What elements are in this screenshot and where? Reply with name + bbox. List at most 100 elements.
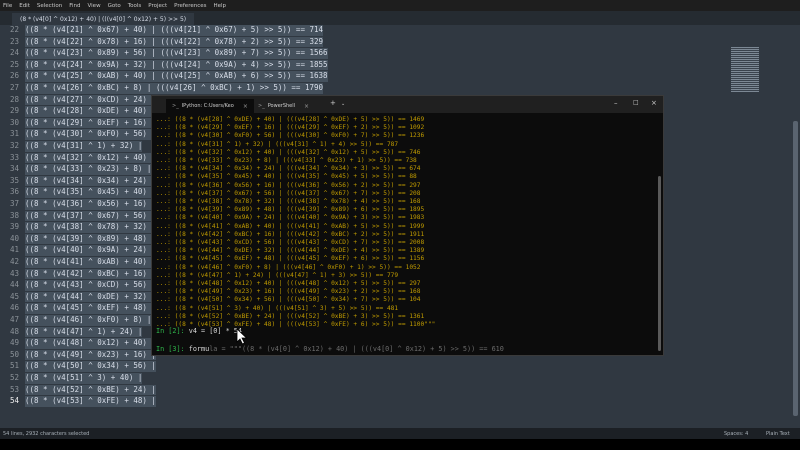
line-number: 31 (9, 129, 19, 139)
tab-powershell-label: PowerShell (267, 103, 296, 109)
line-number: 32 (9, 141, 19, 150)
chevron-down-icon[interactable]: ⌄ (341, 101, 345, 107)
terminal-input-line[interactable]: In [3]: formula = """((8 * (v4[0] ^ 0x12… (156, 345, 504, 353)
terminal-input-line[interactable]: In [2]: v4 = [0] * 54 (156, 327, 242, 335)
line-number: 52 (9, 373, 19, 382)
code-line-text: ((8 * (v4[28] ^ 0xDE) + 40) | (25, 106, 156, 117)
editor-tab[interactable]: (8 * (v4[0] ^ 0x12) + 40) | (((v4[0] ^ 0… (12, 13, 195, 25)
menu-bar: File Edit Selection Find View Goto Tools Projec… (0, 0, 800, 11)
code-line-text: ((8 * (v4[27] ^ 0xCD) + 24) | (25, 94, 156, 106)
terminal-output-line: ...: ((8 * (v4[42] ^ 0xBC) + 16) | (((v4… (156, 230, 425, 238)
tab-ipython[interactable]: >_ IPython: C:Users/Keo × (166, 99, 254, 113)
terminal-output-line: ...: ((8 * (v4[46] ^ 0xF0) + 8) | (((v4[… (156, 263, 421, 271)
code-line-text: ((8 * (v4[36] ^ 0x56) + 16) | (25, 199, 156, 210)
menu-item-project[interactable]: Project (148, 3, 167, 9)
code-line[interactable]: 23 ((8 * (v4[22] ^ 0x78) + 16) | (((v4[22… (0, 36, 800, 48)
terminal-output-line: ...: ((8 * (v4[51] ^ 3) + 40) | (((v4[51… (156, 304, 399, 312)
code-line-text: ((8 * (v4[42] ^ 0xBC) + 16) | (25, 268, 156, 280)
terminal-output-line: ...: ((8 * (v4[41] ^ 0xAB) + 40) | (((v4… (156, 222, 425, 230)
menu-item-edit[interactable]: Edit (19, 3, 30, 9)
line-number: 23 (9, 36, 19, 46)
editor-scrollbar[interactable] (793, 121, 798, 416)
code-line-text: ((8 * (v4[23] ^ 0x89) + 56) | (((v4[23] … (25, 48, 328, 59)
code-line[interactable]: 51 ((8 * (v4[50] ^ 0x34) + 56) | (0, 361, 800, 372)
code-line-text: ((8 * (v4[21] ^ 0x67) + 40) | (((v4[21] … (25, 25, 324, 36)
menu-item-tools[interactable]: Tools (128, 3, 142, 9)
terminal-icon: >_ (258, 103, 265, 109)
maximize-icon[interactable]: □ (633, 99, 639, 106)
menu-item-goto[interactable]: Goto (108, 3, 121, 9)
close-window-icon[interactable]: × (651, 99, 657, 107)
line-number: 27 (9, 83, 19, 92)
input-code[interactable]: formu (189, 345, 209, 353)
line-number: 53 (9, 384, 19, 394)
code-line[interactable]: 53 ((8 * (v4[52] ^ 0xBE) + 24) | (0, 384, 800, 396)
terminal-scrollbar[interactable] (658, 176, 661, 351)
line-number: 46 (9, 303, 19, 313)
code-line-text: ((8 * (v4[49] ^ 0x23) + 16) | (25, 349, 156, 361)
terminal-output-line: ...: ((8 * (v4[45] ^ 0xEF) + 48) | (((v4… (156, 255, 425, 263)
line-number: 34 (9, 164, 19, 174)
menu-item-selection[interactable]: Selection (37, 3, 62, 9)
menu-item-help[interactable]: Help (213, 3, 226, 9)
line-number: 22 (9, 25, 19, 34)
code-line-text: ((8 * (v4[43] ^ 0xCD) + 56) | (25, 280, 156, 291)
code-line[interactable]: 25 ((8 * (v4[24] ^ 0x9A) + 32) | (((v4[24… (0, 59, 800, 71)
terminal-body[interactable]: ...: ((8 * (v4[28] ^ 0xDE) + 40) | (((v4… (152, 113, 663, 355)
code-line-text: ((8 * (v4[45] ^ 0xEF) + 48) | (25, 303, 156, 314)
code-line-text: ((8 * (v4[44] ^ 0xDE) + 32) | (25, 291, 156, 303)
code-line-text: ((8 * (v4[47] ^ 1) + 24) | (25, 326, 143, 338)
tab-powershell[interactable]: >_ PowerShell × (252, 99, 315, 113)
input-code[interactable]: v4 = [0] * 54 (189, 327, 242, 335)
code-line-text: ((8 * (v4[37] ^ 0x67) + 56) | (25, 210, 156, 222)
terminal-output-line: ...: ((8 * (v4[30] ^ 0xF0) + 56) | (((v4… (156, 132, 425, 140)
code-line[interactable]: 24 ((8 * (v4[23] ^ 0x89) + 56) | (((v4[23… (0, 48, 800, 59)
terminal-output-line: ...: ((8 * (v4[32] ^ 0x12) + 40) | (((v4… (156, 148, 421, 156)
terminal-output-line: ...: ((8 * (v4[48] ^ 0x12) + 40) | (((v4… (156, 280, 421, 287)
minimize-icon[interactable]: – (614, 99, 618, 107)
terminal-output-line: ...: ((8 * (v4[29] ^ 0xEF) + 16) | (((v4… (156, 124, 425, 132)
menu-item-file[interactable]: File (3, 3, 12, 9)
close-icon[interactable]: × (304, 103, 309, 110)
menu-item-view[interactable]: View (88, 3, 101, 9)
syntax-status[interactable]: Plain Text (766, 431, 790, 437)
line-number: 36 (9, 187, 19, 197)
line-number: 25 (9, 59, 19, 69)
terminal-output-line: ...: ((8 * (v4[50] ^ 0x34) + 56) | (((v4… (156, 296, 421, 304)
code-line-text: ((8 * (v4[33] ^ 0x23) + 8) | (25, 164, 152, 175)
code-line-text: ((8 * (v4[40] ^ 0x9A) + 24) | (25, 245, 156, 256)
code-line[interactable]: 26 ((8 * (v4[25] ^ 0xAB) + 40) | (((v4[25… (0, 71, 800, 82)
terminal-output-line: ...: ((8 * (v4[38] ^ 0x78) + 32) | (((v4… (156, 198, 421, 205)
minimap[interactable] (731, 47, 759, 92)
close-icon[interactable]: × (243, 103, 248, 110)
code-line-text: ((8 * (v4[29] ^ 0xEF) + 16) | (25, 117, 156, 129)
code-line-text: ((8 * (v4[38] ^ 0x78) + 32) | (25, 222, 156, 233)
code-line-text: ((8 * (v4[31] ^ 1) + 32) | (25, 141, 143, 152)
menu-item-preferences[interactable]: Preferences (174, 3, 206, 9)
terminal-output-line: ...: ((8 * (v4[43] ^ 0xCD) + 56) | (((v4… (156, 239, 425, 246)
code-line[interactable]: 27 ((8 * (v4[26] ^ 0xBC) + 8) | (((v4[26]… (0, 83, 800, 94)
line-number: 24 (9, 48, 19, 58)
terminal-output-line: ...: ((8 * (v4[47] ^ 1) + 24) | (((v4[47… (156, 271, 399, 279)
code-line-text: ((8 * (v4[46] ^ 0xF0) + 8) | (25, 315, 152, 326)
line-number: 28 (9, 94, 19, 104)
line-number: 26 (9, 71, 19, 81)
code-line[interactable]: 54 ((8 * (v4[53] ^ 0xFE) + 48) | (0, 396, 800, 407)
new-tab-icon[interactable]: + (330, 99, 336, 107)
terminal-output-line: ...: ((8 * (v4[35] ^ 0x45) + 40) | (((v4… (156, 173, 417, 181)
code-line[interactable]: 52 ((8 * (v4[51] ^ 3) + 40) | (0, 373, 800, 384)
code-line-text: ((8 * (v4[26] ^ 0xBC) + 8) | (((v4[26] ^… (25, 83, 324, 94)
terminal-tab-bar: >_ IPython: C:Users/Keo × >_ PowerShell … (152, 96, 663, 113)
terminal-output-line: ...: ((8 * (v4[34] ^ 0x34) + 24) | (((v4… (156, 165, 421, 173)
code-line[interactable]: 22 ((8 * (v4[21] ^ 0x67) + 40) | (((v4[21… (0, 25, 800, 36)
line-number: 50 (9, 349, 19, 359)
terminal-icon: >_ (172, 103, 179, 109)
line-number: 38 (9, 210, 19, 220)
line-number: 30 (9, 117, 19, 127)
indentation-status[interactable]: Spaces: 4 (724, 431, 748, 437)
menu-item-find[interactable]: Find (69, 3, 80, 9)
line-number: 43 (9, 268, 19, 278)
input-prompt: In [2]: (156, 327, 185, 335)
code-line-text: ((8 * (v4[35] ^ 0x45) + 40) | (25, 187, 156, 198)
terminal-output-line: ...: ((8 * (v4[33] ^ 0x23) + 8) | (((v4[… (156, 157, 417, 164)
